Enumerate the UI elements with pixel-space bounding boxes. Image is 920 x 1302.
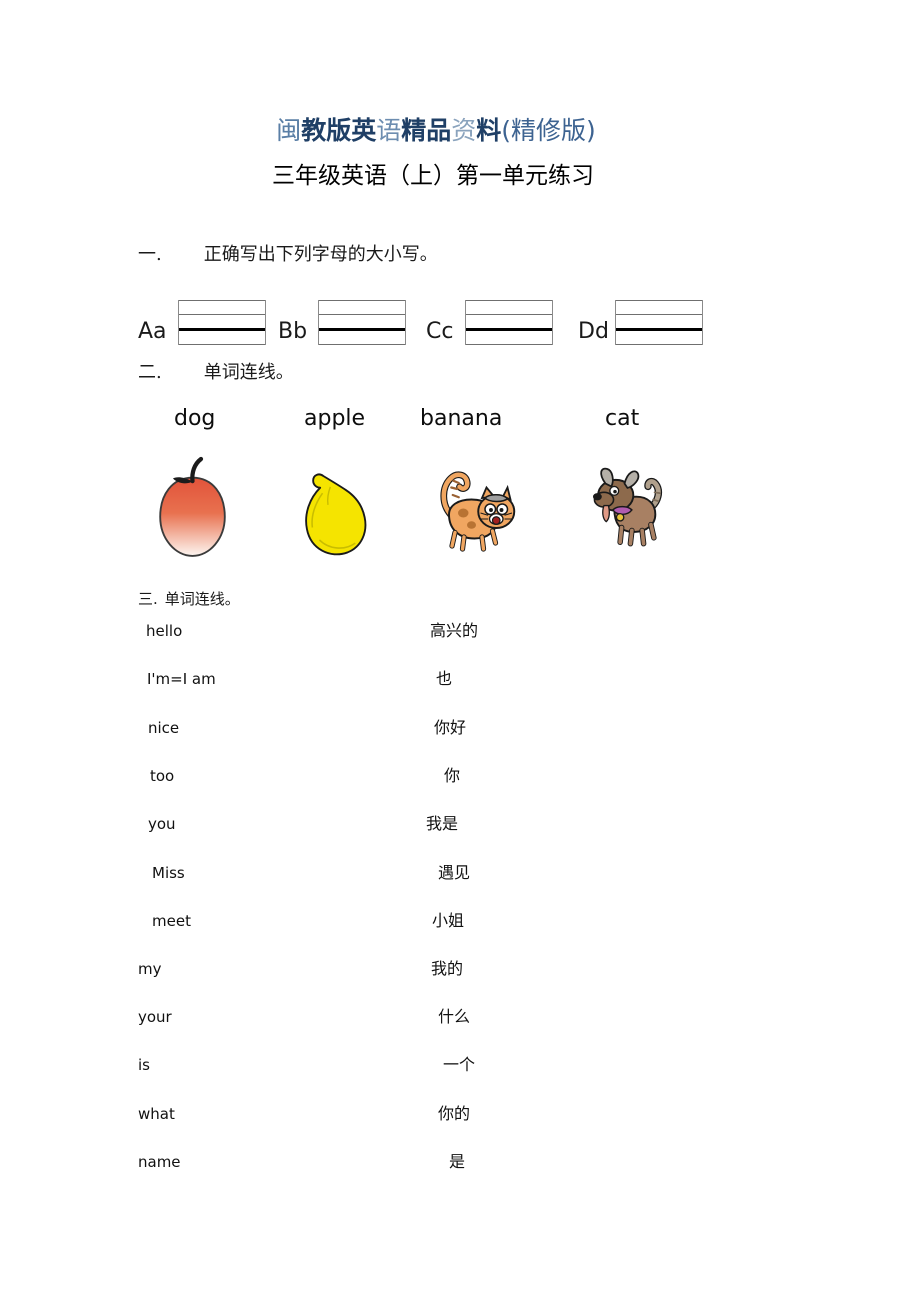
exercise1-instruction: 正确写出下列字母的大小写。 [203,244,438,265]
banana-picture[interactable] [296,465,374,565]
grid-edge-right [265,300,266,345]
letter-label-cc: Cc [426,319,454,344]
match-chinese-term[interactable]: 什么 [438,1006,470,1028]
watermark-part-4: 精品 [401,116,452,145]
watermark-part-2: 教版英 [301,116,377,145]
grid-line-2 [318,314,406,315]
grid-line-1 [465,300,553,301]
match-chinese-term[interactable]: 你 [444,765,460,787]
page-title: 三年级英语（上）第一单元练习 [272,163,594,189]
match-english-term[interactable]: what [138,1103,175,1125]
picture-word-banana[interactable]: banana [420,404,502,434]
match-row: name 是 [0,1151,920,1199]
match-chinese-term[interactable]: 高兴的 [430,620,478,642]
grid-line-3 [318,328,406,331]
match-row: too 你 [0,765,920,813]
grid-line-3 [615,328,703,331]
exercise2-number: 二. [138,362,162,383]
grid-line-1 [318,300,406,301]
grid-line-2 [615,314,703,315]
match-english-term[interactable]: nice [148,717,179,739]
match-english-term[interactable]: I'm=I am [147,668,216,690]
match-english-term[interactable]: Miss [152,862,185,884]
match-row: your 什么 [0,1006,920,1054]
watermark-part-1: 闽 [276,116,302,145]
match-chinese-term[interactable]: 我是 [426,813,458,835]
grid-edge-left [465,300,466,345]
letter-label-bb: Bb [278,319,308,344]
writing-grid-bb[interactable] [318,300,406,345]
grid-edge-left [178,300,179,345]
match-chinese-term[interactable]: 你好 [434,717,466,739]
exercise1-number: 一. [138,244,162,265]
match-english-term[interactable]: your [138,1006,172,1028]
grid-line-1 [178,300,266,301]
match-chinese-term[interactable]: 我的 [431,958,463,980]
grid-edge-left [318,300,319,345]
grid-line-3 [465,328,553,331]
watermark-title: 闽教版英语精品资料(精修版) [0,116,920,146]
picture-word-cat[interactable]: cat [605,404,639,434]
letter-label-dd: Dd [578,319,609,344]
match-english-term[interactable]: name [138,1151,181,1173]
grid-line-2 [178,314,266,315]
match-english-term[interactable]: hello [146,620,182,642]
exercise1-heading: 一. 正确写出下列字母的大小写。 [138,240,438,266]
exercise2-heading: 二. 单词连线。 [138,358,294,384]
grid-line-4 [318,344,406,345]
grid-edge-right [552,300,553,345]
letter-practice-row: Aa Bb Cc Dd [138,296,738,348]
exercise3-heading: 三. 单词连线。 [138,588,240,609]
match-row: I'm=I am 也 [0,668,920,716]
match-english-term[interactable]: my [138,958,162,980]
writing-grid-aa[interactable] [178,300,266,345]
match-row: my 我的 [0,958,920,1006]
grid-line-4 [178,344,266,345]
grid-line-3 [178,328,266,331]
match-row: hello 高兴的 [0,620,920,668]
writing-grid-cc[interactable] [465,300,553,345]
match-chinese-term[interactable]: 一个 [443,1054,475,1076]
grid-line-4 [465,344,553,345]
watermark-part-7: (精修版) [501,116,596,145]
exercise3-number: 三. [138,590,158,608]
match-row: you 我是 [0,813,920,861]
letter-label-aa: Aa [138,319,167,344]
watermark-part-5: 资 [451,116,477,145]
grid-edge-left [615,300,616,345]
match-chinese-term[interactable]: 小姐 [432,910,464,932]
match-row: meet 小姐 [0,910,920,958]
match-english-term[interactable]: too [150,765,174,787]
grid-line-2 [465,314,553,315]
picture-row [0,455,920,570]
picture-word-dog[interactable]: dog [174,404,215,434]
cat-picture[interactable] [428,463,518,563]
grid-line-4 [615,344,703,345]
worksheet-page: 闽教版英语精品资料(精修版) 三年级英语（上）第一单元练习 一. 正确写出下列字母… [0,0,920,1302]
writing-grid-dd[interactable] [615,300,703,345]
grid-edge-right [702,300,703,345]
watermark-part-3: 语 [376,116,402,145]
exercise3-instruction: 单词连线。 [164,590,240,608]
apple-picture[interactable] [150,455,235,565]
watermark-part-6: 料 [476,116,502,145]
grid-edge-right [405,300,406,345]
grid-line-1 [615,300,703,301]
match-chinese-term[interactable]: 是 [449,1151,465,1173]
match-chinese-term[interactable]: 你的 [438,1103,470,1125]
match-english-term[interactable]: meet [152,910,191,932]
match-row: is 一个 [0,1054,920,1102]
match-english-term[interactable]: you [148,813,176,835]
match-english-term[interactable]: is [138,1054,150,1076]
match-row: what 你的 [0,1103,920,1151]
picture-word-apple[interactable]: apple [304,404,365,434]
match-chinese-term[interactable]: 也 [436,668,452,690]
dog-picture[interactable] [582,457,670,557]
match-row: nice 你好 [0,717,920,765]
picture-word-row: dog apple banana cat [0,404,920,438]
match-chinese-term[interactable]: 遇见 [438,862,470,884]
match-row: Miss 遇见 [0,862,920,910]
exercise2-instruction: 单词连线。 [203,362,294,383]
